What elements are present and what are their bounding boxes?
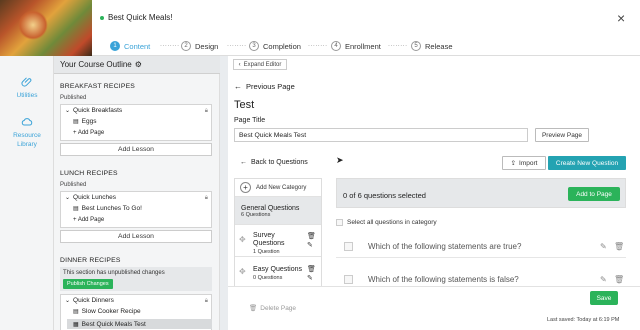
- pencil-icon[interactable]: ✎: [307, 241, 313, 249]
- add-to-page-button[interactable]: Add to Page: [568, 187, 620, 201]
- chapter-box: ⌄ Quick Breakfasts 🔒︎ ▤ Eggs + Add Page: [60, 104, 212, 141]
- arrow-left-icon: ←: [240, 159, 247, 166]
- step-release[interactable]: 5 Release: [411, 40, 453, 52]
- step-content[interactable]: 1 Content: [110, 40, 150, 52]
- import-button[interactable]: ⇪ Import: [502, 156, 546, 170]
- previous-page-link[interactable]: ← Previous Page: [234, 82, 295, 91]
- lesson-row[interactable]: ▤ Eggs: [73, 118, 97, 125]
- question-selection-bar: 0 of 6 questions selected Add to Page: [336, 178, 626, 208]
- page-icon: ▤: [73, 309, 79, 315]
- add-lesson-button[interactable]: Add Lesson: [60, 230, 212, 243]
- selected-summary: 0 of 6 questions selected: [343, 191, 426, 200]
- gear-icon[interactable]: ⚙: [135, 60, 142, 69]
- add-page-button[interactable]: + Add Page: [73, 217, 104, 223]
- add-lesson-button[interactable]: Add Lesson: [60, 143, 212, 156]
- lesson-row[interactable]: ▤ Best Lunches To Go!: [73, 205, 142, 212]
- unpublished-notice: This section has unpublished changes Pub…: [60, 267, 212, 291]
- section-title[interactable]: DINNER RECIPES: [60, 257, 121, 264]
- chapter-box: ⌄ Quick Lunches 🔒︎ ▤ Best Lunches To Go!…: [60, 191, 212, 228]
- step-separator: ........: [308, 41, 328, 48]
- category-list: + Add New Category General Questions 6 Q…: [234, 178, 322, 288]
- delete-page-button[interactable]: 🗑︎ Delete Page: [249, 304, 296, 313]
- course-thumbnail: [0, 0, 92, 56]
- lock-icon: 🔒︎: [204, 108, 208, 114]
- select-all-row[interactable]: Select all questions in category: [336, 219, 437, 226]
- category-easy-questions[interactable]: ✥ Easy Questions 0 Questions 🗑︎ ✎: [235, 257, 321, 287]
- section-title[interactable]: LUNCH RECIPES: [60, 170, 118, 177]
- mouse-cursor-icon: ➤: [336, 155, 344, 165]
- step-separator: ........: [227, 41, 247, 48]
- trash-icon[interactable]: 🗑︎: [614, 275, 624, 284]
- chevron-down-icon[interactable]: ⌄: [65, 297, 70, 304]
- add-page-button[interactable]: + Add Page: [73, 130, 104, 136]
- close-icon[interactable]: ×: [617, 10, 625, 26]
- cloud-icon: [21, 118, 33, 126]
- create-new-question-button[interactable]: Create New Question: [548, 156, 626, 170]
- page-heading: Test: [234, 99, 255, 111]
- pencil-icon[interactable]: ✎: [600, 275, 607, 284]
- question-checkbox[interactable]: [344, 242, 353, 251]
- save-button[interactable]: Save: [590, 291, 618, 305]
- page-icon: ▤: [73, 206, 79, 212]
- lesson-row-selected[interactable]: ▦ Best Quick Meals Test: [67, 319, 212, 329]
- question-row[interactable]: Which of the following statements are tr…: [336, 236, 626, 258]
- add-new-category-button[interactable]: + Add New Category: [235, 179, 321, 197]
- quiz-icon: ▦: [73, 321, 79, 328]
- question-checkbox[interactable]: [344, 274, 353, 284]
- chapter-row[interactable]: ⌄ Quick Lunches: [65, 194, 116, 201]
- resource-library-button[interactable]: Resource Library: [0, 116, 54, 149]
- section-title[interactable]: BREAKFAST RECIPES: [60, 83, 135, 90]
- trash-icon[interactable]: 🗑︎: [307, 232, 316, 240]
- lesson-row[interactable]: ▤ Slow Cooker Recipe: [73, 308, 141, 315]
- lock-icon: 🔒︎: [204, 195, 208, 201]
- category-general-questions[interactable]: General Questions 6 Questions: [235, 197, 321, 225]
- outline-header: Your Course Outline ⚙: [54, 56, 220, 74]
- publish-changes-button[interactable]: Publish Changes: [63, 279, 113, 289]
- section-status: Published: [60, 182, 87, 188]
- course-title: Best Quick Meals!: [108, 13, 173, 22]
- course-header: Best Quick Meals! 1 Content ........ 2 D…: [0, 0, 640, 56]
- expand-editor-button[interactable]: ‹ Expand Editor: [233, 59, 287, 70]
- drag-handle-icon[interactable]: ✥: [239, 235, 246, 244]
- paperclip-icon: [21, 77, 32, 87]
- upload-icon: ⇪: [510, 160, 517, 167]
- lock-icon: 🔒︎: [204, 298, 208, 304]
- page-title-input[interactable]: Best Quick Meals Test: [234, 128, 528, 142]
- page-title-label: Page Title: [234, 117, 266, 124]
- step-completion[interactable]: 3 Completion: [249, 40, 301, 52]
- arrow-left-icon: ←: [234, 82, 242, 91]
- preview-page-button[interactable]: Preview Page: [535, 128, 589, 142]
- left-rail: Utilities Resource Library: [0, 56, 54, 330]
- course-outline-panel: Your Course Outline ⚙ BREAKFAST RECIPES …: [54, 56, 220, 330]
- drag-handle-icon[interactable]: ✥: [239, 267, 246, 276]
- chevron-left-icon: ‹: [238, 61, 241, 68]
- chapter-row[interactable]: ⌄ Quick Dinners: [65, 297, 114, 304]
- utilities-button[interactable]: Utilities: [0, 76, 54, 100]
- chevron-down-icon[interactable]: ⌄: [65, 194, 70, 201]
- pencil-icon[interactable]: ✎: [600, 242, 607, 251]
- page-icon: ▤: [73, 119, 79, 125]
- plus-icon: +: [240, 182, 251, 193]
- trash-icon[interactable]: 🗑︎: [614, 242, 624, 251]
- step-separator: ........: [388, 41, 408, 48]
- trash-icon[interactable]: 🗑︎: [307, 265, 316, 273]
- trash-icon: 🗑︎: [249, 305, 258, 312]
- published-status-dot: [100, 16, 104, 20]
- pencil-icon[interactable]: ✎: [307, 274, 313, 282]
- step-enrollment[interactable]: 4 Enrollment: [331, 40, 381, 52]
- chapter-row[interactable]: ⌄ Quick Breakfasts: [65, 107, 122, 114]
- category-survey-questions[interactable]: ✥ Survey Questions 1 Question 🗑︎ ✎: [235, 225, 321, 257]
- chevron-down-icon[interactable]: ⌄: [65, 107, 70, 114]
- back-to-questions-link[interactable]: ← Back to Questions: [240, 159, 308, 166]
- step-design[interactable]: 2 Design: [181, 40, 218, 52]
- step-separator: ........: [160, 41, 180, 48]
- chapter-box: ⌄ Quick Dinners 🔒︎ ▤ Slow Cooker Recipe …: [60, 294, 212, 330]
- section-status: Published: [60, 95, 87, 101]
- select-all-checkbox[interactable]: [336, 219, 343, 226]
- editor-footer: 🗑︎ Delete Page Save Last saved: Today at…: [228, 286, 640, 330]
- last-saved-text: Last saved: Today at 6:19 PM: [547, 317, 620, 323]
